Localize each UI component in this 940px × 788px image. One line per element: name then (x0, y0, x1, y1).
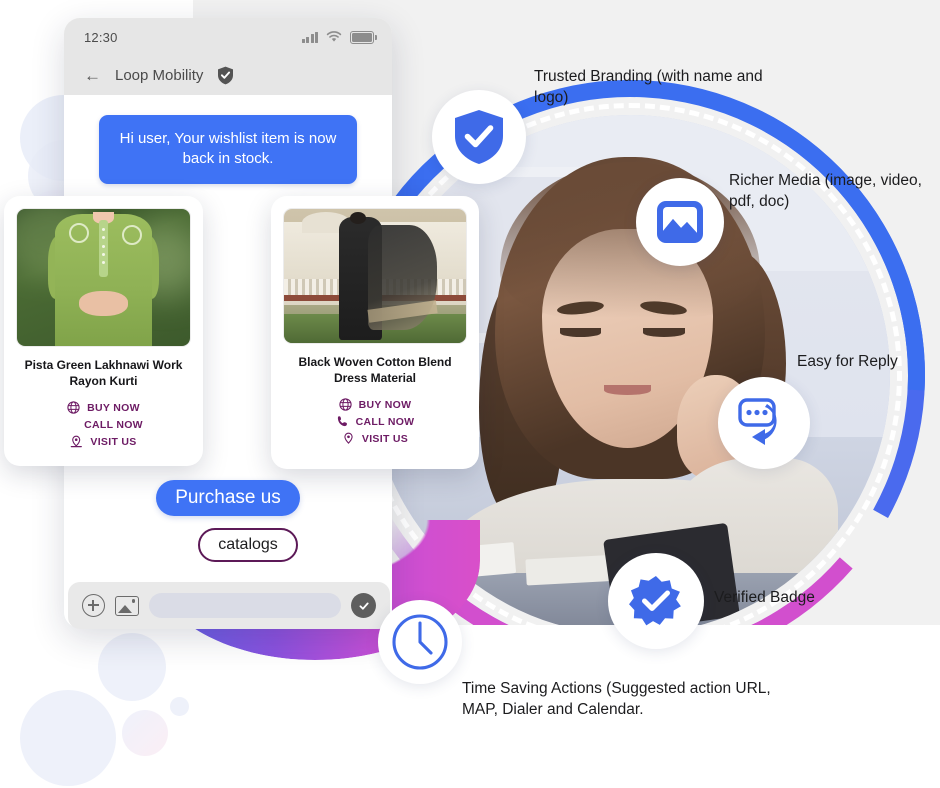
shield-check-icon (217, 66, 234, 85)
action-label: BUY NOW (87, 401, 140, 414)
action-buy-now[interactable]: BUY NOW (67, 401, 140, 414)
action-label: CALL NOW (355, 415, 415, 428)
feature-label-time-saving: Time Saving Actions (Suggested action UR… (462, 680, 771, 719)
map-pin-icon (342, 432, 355, 445)
product-card[interactable]: Pista Green Lakhnawi Work Rayon Kurti BU… (4, 196, 203, 466)
feature-badge-verified (608, 553, 704, 649)
decorative-circle (98, 633, 166, 701)
brand-name: Loop Mobility (115, 67, 204, 84)
feature-label-richer-media: Richer Media (image, video, pdf, doc) (729, 172, 922, 211)
map-pin-icon (70, 435, 83, 448)
message-input-bar (68, 582, 390, 629)
decorative-circle (122, 710, 168, 756)
action-call-now[interactable]: CALL NOW (64, 418, 143, 431)
message-input[interactable] (149, 593, 341, 618)
globe-icon (67, 401, 80, 414)
action-label: VISIT US (90, 435, 137, 448)
phone-icon (336, 415, 349, 428)
product-actions: BUY NOW CALL NOW VISIT US (283, 398, 467, 445)
globe-icon (339, 398, 352, 411)
verified-badge-icon (629, 575, 681, 626)
poster-canvas: 12:30 ← Loop Mobility Hi user, Your wish… (0, 0, 940, 788)
chip-row-secondary: catalogs (64, 527, 392, 562)
check-circle-icon[interactable] (351, 593, 376, 618)
wifi-icon (326, 31, 342, 42)
chat-reply-icon (738, 398, 777, 445)
feature-label-verified: Verified Badge (714, 589, 815, 606)
feature-badge-easy-reply (718, 377, 810, 469)
chat-bubble-message: Hi user, Your wishlist item is now back … (99, 115, 357, 184)
action-buy-now[interactable]: BUY NOW (339, 398, 412, 411)
product-title: Pista Green Lakhnawi Work Rayon Kurti (24, 358, 183, 388)
status-time: 12:30 (84, 29, 118, 45)
action-label: CALL NOW (84, 418, 143, 431)
phone-status-bar: 12:30 (64, 18, 392, 56)
product-card[interactable]: Black Woven Cotton Blend Dress Material … (271, 196, 479, 469)
suggested-replies: Purchase us catalogs (64, 480, 392, 562)
battery-icon (350, 30, 377, 44)
product-title: Black Woven Cotton Blend Dress Material (298, 355, 452, 385)
chip-row-primary: Purchase us (64, 480, 392, 516)
chip-purchase-us[interactable]: Purchase us (156, 480, 300, 516)
status-icon-group (301, 30, 377, 44)
action-label: VISIT US (361, 432, 409, 445)
plus-circle-icon[interactable] (82, 594, 105, 617)
back-arrow-icon[interactable]: ← (84, 67, 101, 84)
feature-badge-time-saving (378, 600, 462, 684)
image-icon[interactable] (115, 595, 139, 616)
feature-label-trusted-branding: Trusted Branding (with name and logo) (534, 68, 763, 107)
action-visit-us[interactable]: VISIT US (342, 432, 408, 445)
action-call-now[interactable]: CALL NOW (336, 415, 415, 428)
chip-catalogs[interactable]: catalogs (198, 527, 298, 562)
feature-badge-richer-media (636, 178, 724, 266)
product-image (16, 208, 191, 347)
phone-app-header: ← Loop Mobility (64, 56, 392, 95)
image-icon (657, 201, 703, 243)
product-image (283, 208, 467, 344)
action-label: BUY NOW (358, 398, 412, 411)
feature-label-easy-reply: Easy for Reply (797, 353, 898, 370)
shield-check-icon (455, 110, 503, 164)
signal-icon (301, 31, 318, 43)
product-actions: BUY NOW CALL NOW VISIT US (16, 401, 191, 448)
decorative-circle (170, 697, 189, 716)
decorative-circle (20, 690, 116, 786)
action-visit-us[interactable]: VISIT US (70, 435, 136, 448)
clock-icon (392, 614, 448, 670)
feature-badge-trusted-branding (432, 90, 526, 184)
